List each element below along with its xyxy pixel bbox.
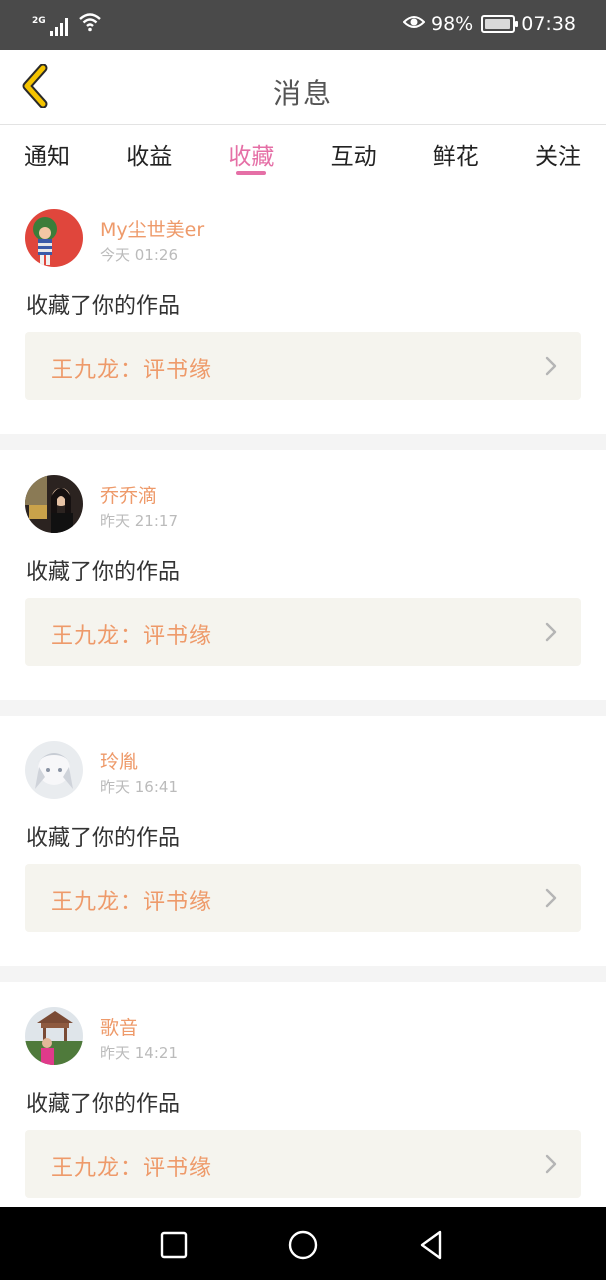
work-title: 王九龙：评书缘 [51, 1156, 213, 1181]
list-item: 歌音 昨天 14:21 收藏了你的作品 王九龙：评书缘 [0, 982, 606, 1232]
triangle-back-icon[interactable] [414, 1227, 450, 1263]
avatar[interactable] [25, 475, 83, 533]
tab-flowers[interactable]: 鲜花 [433, 126, 479, 184]
username[interactable]: 乔乔滴 [100, 481, 157, 508]
favorites-feed: My尘世美er 今天 01:26 收藏了你的作品 王九龙：评书缘 乔乔滴 昨天 … [0, 184, 606, 1248]
tab-interactions[interactable]: 互动 [331, 126, 377, 184]
chevron-right-icon [543, 886, 559, 910]
tab-label: 互动 [330, 144, 377, 170]
chevron-right-icon [543, 354, 559, 378]
square-recents-icon[interactable] [156, 1227, 192, 1263]
signal-icon [49, 16, 68, 36]
divider [0, 700, 606, 716]
username[interactable]: 歌音 [100, 1013, 138, 1040]
action-text: 收藏了你的作品 [26, 560, 181, 585]
work-title: 王九龙：评书缘 [51, 358, 213, 383]
tab-favorites[interactable]: 收藏 [228, 126, 274, 184]
tab-bar: 通知 收益 收藏 互动 鲜花 关注 [0, 126, 606, 184]
list-item: My尘世美er 今天 01:26 收藏了你的作品 王九龙：评书缘 [0, 184, 606, 434]
chevron-right-icon [543, 620, 559, 644]
list-item: 乔乔滴 昨天 21:17 收藏了你的作品 王九龙：评书缘 [0, 450, 606, 700]
avatar[interactable] [25, 1007, 83, 1065]
work-link[interactable]: 王九龙：评书缘 [25, 598, 581, 666]
work-link[interactable]: 王九龙：评书缘 [25, 1130, 581, 1198]
work-title: 王九龙：评书缘 [51, 890, 213, 915]
timestamp: 昨天 14:21 [100, 1044, 178, 1062]
battery-percent: 98% [431, 13, 474, 35]
chevron-right-icon [543, 1152, 559, 1176]
tab-label: 收藏 [228, 144, 275, 170]
wifi-icon [78, 12, 102, 36]
timestamp: 昨天 21:17 [100, 512, 178, 530]
tab-label: 通知 [24, 144, 70, 170]
tab-notifications[interactable]: 通知 [24, 126, 70, 184]
action-text: 收藏了你的作品 [26, 826, 181, 851]
circle-home-icon[interactable] [285, 1227, 321, 1263]
tab-label: 关注 [534, 144, 581, 170]
status-right: 98% 07:38 [402, 13, 576, 35]
avatar[interactable] [25, 209, 83, 267]
work-link[interactable]: 王九龙：评书缘 [25, 332, 581, 400]
list-item: 玲胤 昨天 16:41 收藏了你的作品 王九龙：评书缘 [0, 716, 606, 966]
work-title: 王九龙：评书缘 [51, 624, 213, 649]
status-left: 2G [32, 12, 102, 36]
timestamp: 昨天 16:41 [100, 778, 178, 796]
action-text: 收藏了你的作品 [26, 1092, 181, 1117]
network-type: 2G [32, 16, 46, 26]
battery-icon [481, 15, 519, 33]
tab-label: 收益 [126, 144, 173, 170]
status-bar: 2G 98% 07:38 [0, 0, 606, 50]
divider [0, 966, 606, 982]
timestamp: 今天 01:26 [100, 246, 178, 264]
work-link[interactable]: 王九龙：评书缘 [25, 864, 581, 932]
username[interactable]: My尘世美er [100, 215, 204, 242]
tab-follows[interactable]: 关注 [535, 126, 581, 184]
tab-label: 鲜花 [432, 144, 479, 170]
username[interactable]: 玲胤 [100, 747, 138, 774]
active-tab-indicator [236, 171, 267, 175]
divider [0, 434, 606, 450]
tab-earnings[interactable]: 收益 [126, 126, 172, 184]
page-title: 消息 [272, 77, 333, 110]
eye-icon [402, 13, 426, 35]
action-text: 收藏了你的作品 [26, 294, 181, 319]
status-time: 07:38 [521, 13, 576, 35]
avatar[interactable] [25, 741, 83, 799]
system-nav-bar [0, 1207, 606, 1280]
app-header: 消息 [0, 50, 606, 125]
